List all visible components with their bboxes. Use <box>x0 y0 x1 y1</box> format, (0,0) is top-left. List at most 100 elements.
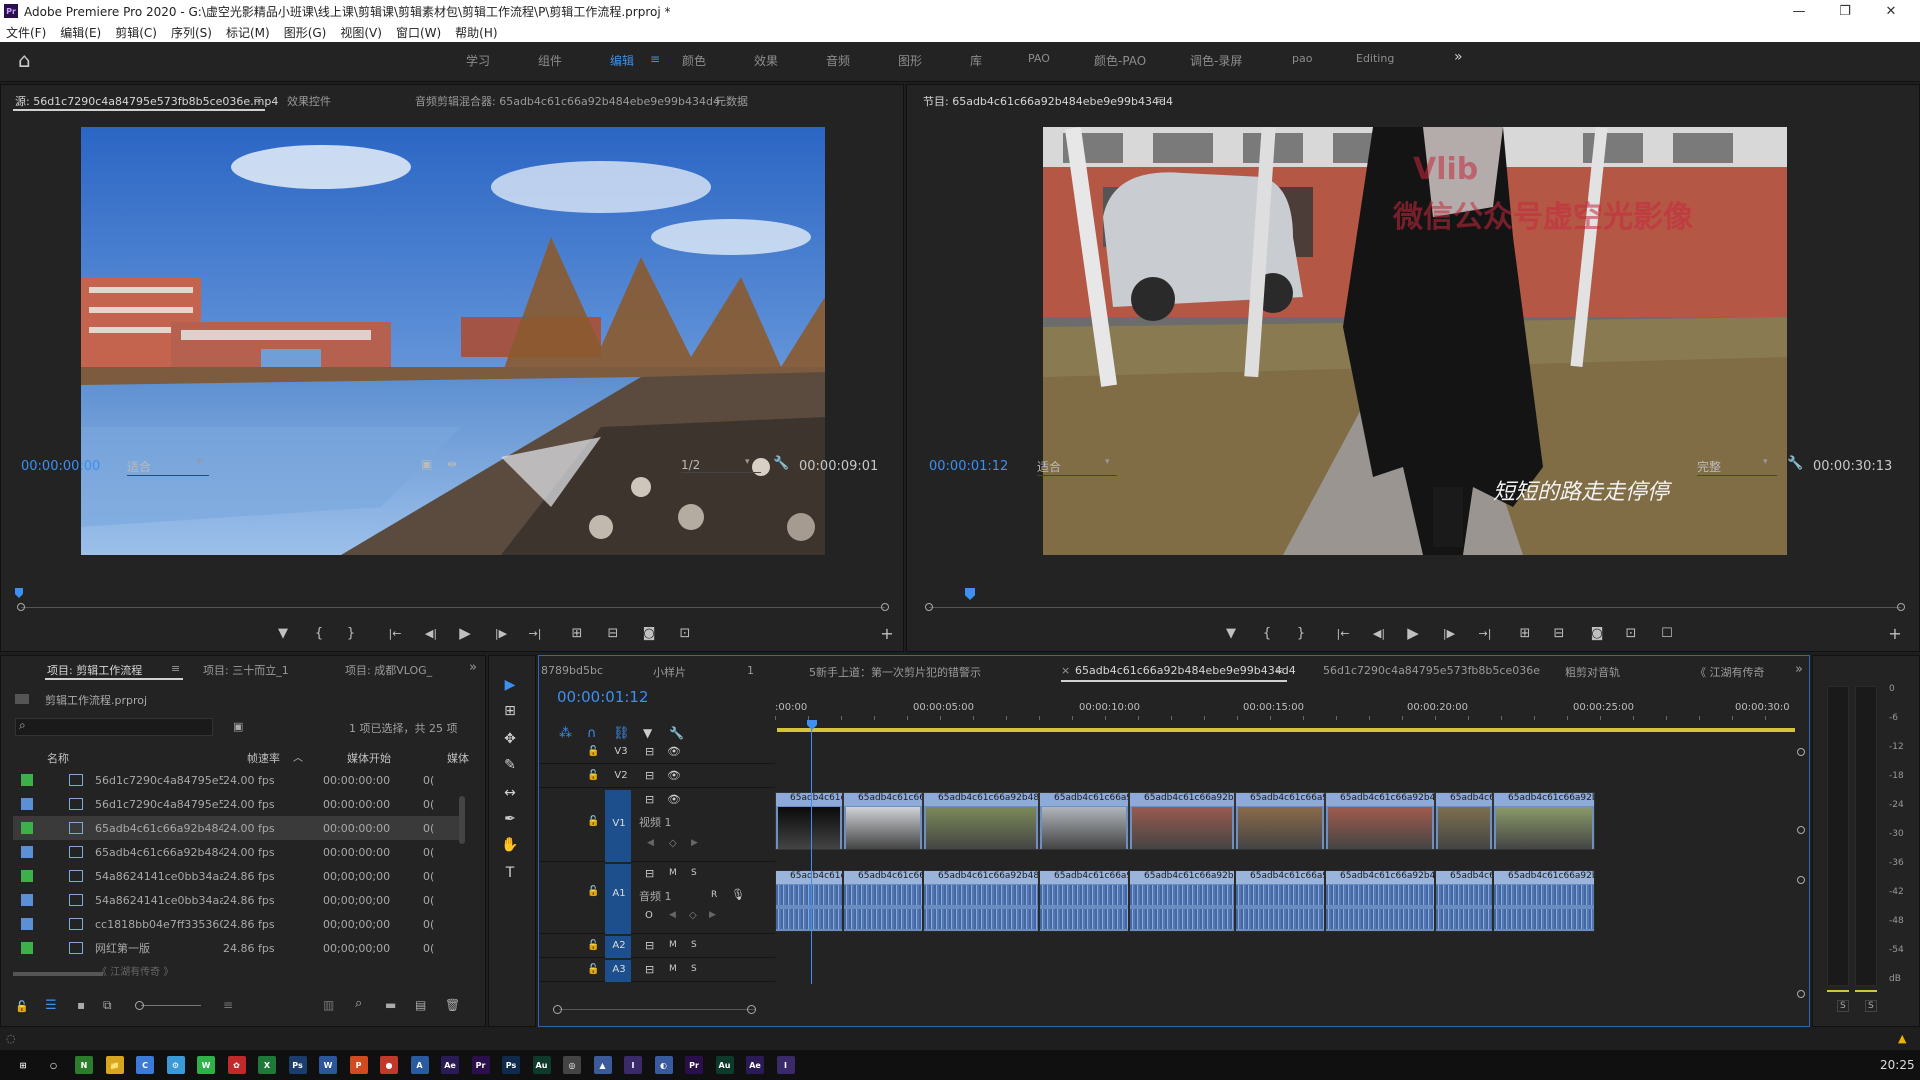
timeline-tab-seq-b[interactable]: 56d1c7290c4a84795e573fb8b5ce036e <box>1323 664 1540 677</box>
step-back-button[interactable]: ◀| <box>1367 623 1391 643</box>
workspace-tab-editing-en[interactable]: Editing <box>1356 52 1394 65</box>
next-keyframe-icon[interactable]: ▶ <box>691 838 698 848</box>
video-clip[interactable]: 65adb4c61c66a92b484e <box>1129 792 1235 850</box>
overwrite-button[interactable]: ⊟ <box>603 623 623 643</box>
taskbar-app-icon[interactable]: Au <box>532 1056 551 1074</box>
ripple-edit-tool-icon[interactable]: ✥ <box>499 728 521 750</box>
new-item-icon[interactable]: ▤ <box>415 998 426 1012</box>
menu-help[interactable]: 帮助(H) <box>455 24 497 41</box>
audio-clip[interactable]: 65adb4c61c66a92b484 <box>1493 870 1595 932</box>
v-zoom-handle-top[interactable] <box>1797 748 1805 756</box>
timeline-tab-beginner[interactable]: 5新手上道：第一次剪片犯的错警示 <box>809 664 981 680</box>
track-label-v3[interactable]: V3 <box>611 746 631 757</box>
sync-lock-icon[interactable]: ⊟ <box>645 939 654 952</box>
workspace-tab-effects[interactable]: 效果 <box>754 52 778 69</box>
project-list-item[interactable]: 65adb4c61c66a92b484 24.00 fps 00:00:00:00 0… <box>13 840 465 864</box>
video-clip[interactable]: 65adb4c61c66a <box>843 792 923 850</box>
label-color-swatch[interactable] <box>21 798 33 810</box>
timeline-horizontal-scrollbar[interactable] <box>559 1009 755 1010</box>
column-frame-rate[interactable]: 帧速率 <box>247 750 280 766</box>
audio-clip[interactable]: 65adb4c61c66a92b <box>1235 870 1325 932</box>
add-keyframe-icon[interactable]: ◇ <box>669 838 677 849</box>
project-list-item[interactable]: 网红第一版 24.86 fps 00;00;00;00 0( <box>13 936 465 960</box>
add-marker-button[interactable]: ▼ <box>1221 623 1241 643</box>
program-timecode[interactable]: 00:00:01:12 <box>929 459 1008 474</box>
project-overflow-icon[interactable]: » <box>469 660 477 675</box>
program-playhead[interactable] <box>965 588 975 600</box>
project-list-item[interactable]: 54a8624141ce0bb34aa 24.86 fps 00;00;00;00 0… <box>13 888 465 912</box>
horizontal-scrollbar[interactable] <box>13 972 103 976</box>
workspace-tab-graphics[interactable]: 图形 <box>898 52 922 69</box>
video-clip[interactable]: 65adb4c6 <box>1435 792 1493 850</box>
go-to-out-button[interactable]: →| <box>523 623 547 643</box>
drag-video-icon[interactable]: ⇹ <box>447 457 457 471</box>
lift-button[interactable]: ⊞ <box>1515 623 1535 643</box>
source-patch-a1[interactable] <box>605 864 631 934</box>
taskbar-app-icon[interactable]: ● <box>380 1056 398 1074</box>
freeform-view-icon[interactable]: ⧉ <box>103 998 112 1013</box>
slip-tool-icon[interactable]: ↔ <box>499 782 521 804</box>
solo-button[interactable]: S <box>691 940 697 950</box>
video-clip[interactable]: 65adb4c61c66a92b484ebe <box>923 792 1039 850</box>
workspace-tab-grade-record[interactable]: 调色-录屏 <box>1190 52 1242 69</box>
go-to-in-button[interactable]: |← <box>1331 623 1355 643</box>
lock-icon[interactable]: 🔓 <box>587 816 599 827</box>
add-marker-icon[interactable]: ▼ <box>643 726 652 740</box>
menu-file[interactable]: 文件(F) <box>6 24 46 41</box>
label-color-swatch[interactable] <box>21 918 33 930</box>
track-select-tool-icon[interactable]: ⊞ <box>499 700 521 722</box>
type-tool-icon[interactable]: T <box>499 862 521 884</box>
source-time-ruler[interactable] <box>21 607 885 608</box>
hand-tool-icon[interactable]: ✋ <box>499 834 521 856</box>
taskbar-app-icon[interactable]: ▲ <box>593 1056 612 1074</box>
mark-in-button[interactable]: { <box>1257 623 1277 643</box>
icon-view-icon[interactable]: ▪ <box>77 998 85 1012</box>
tab-source[interactable]: 源: 56d1c7290c4a84795e573fb8b5ce036e.mp4 <box>15 93 278 109</box>
taskbar-app-icon[interactable]: Ae <box>441 1056 459 1074</box>
h-scroll-handle-left[interactable] <box>553 1005 562 1014</box>
sync-lock-icon[interactable]: ⊟ <box>645 769 654 782</box>
workspace-tab-color[interactable]: 颜色 <box>682 52 706 69</box>
menu-graphics[interactable]: 图形(G) <box>284 24 327 41</box>
video-clip[interactable]: 65adb4c61c66a92b <box>1235 792 1325 850</box>
taskbar-app-icon[interactable]: X <box>258 1056 276 1074</box>
video-clip[interactable]: 65adb4c61c66a92b <box>1039 792 1129 850</box>
play-button[interactable]: ▶ <box>455 623 475 643</box>
timeline-timecode[interactable]: 00:00:01:12 <box>557 688 649 706</box>
project-list-item[interactable]: 56d1c7290c4a84795e5 24.00 fps 00:00:00:00 0… <box>13 768 465 792</box>
warning-icon[interactable]: ▲ <box>1898 1032 1906 1045</box>
sync-lock-icon[interactable]: ⊟ <box>645 745 654 758</box>
taskbar-app-icon[interactable]: A <box>410 1056 429 1074</box>
wrench-icon[interactable]: 🔧 <box>773 456 789 471</box>
taskbar-app-icon[interactable]: W <box>319 1056 337 1074</box>
solo-button[interactable]: S <box>691 964 697 974</box>
prev-keyframe-icon[interactable]: ◀ <box>669 910 676 920</box>
tab-project-workflow[interactable]: 项目: 剪辑工作流程 <box>47 662 142 678</box>
project-list-item[interactable]: 65adb4c61c66a92b484 24.00 fps 00:00:00:00 0… <box>13 816 465 840</box>
taskbar-app-icon[interactable]: Pr <box>471 1056 490 1074</box>
column-media-extra[interactable]: 媒体 <box>447 750 469 766</box>
track-label-a2[interactable]: A2 <box>609 940 629 951</box>
taskbar-app-icon[interactable]: C <box>136 1056 154 1074</box>
h-scroll-handle-right[interactable] <box>747 1005 756 1014</box>
taskbar-app-icon[interactable]: P <box>349 1056 368 1074</box>
add-marker-button[interactable]: ▼ <box>273 623 293 643</box>
workspace-tab-learn[interactable]: 学习 <box>466 52 490 69</box>
automate-to-sequence-icon[interactable]: ▥ <box>323 998 334 1012</box>
wrench-icon[interactable]: 🔧 <box>1787 456 1803 471</box>
workspace-tab-color-pao[interactable]: 颜色-PAO <box>1094 52 1146 69</box>
selection-tool-icon[interactable]: ▶ <box>499 674 521 696</box>
button-editor-add-icon[interactable]: + <box>877 623 897 643</box>
a-zoom-handle-top[interactable] <box>1797 876 1805 884</box>
mark-out-button[interactable]: } <box>341 623 361 643</box>
taskbar-app-icon[interactable]: ✿ <box>227 1056 246 1074</box>
label-color-swatch[interactable] <box>21 846 33 858</box>
menu-clip[interactable]: 剪辑(C) <box>115 24 157 41</box>
compare-view-button[interactable]: ⊡ <box>1621 623 1641 643</box>
label-color-swatch[interactable] <box>21 870 33 882</box>
linked-selection-icon[interactable]: ⛓ <box>613 726 630 741</box>
pen-tool-icon[interactable]: ✒ <box>499 808 521 830</box>
tab-effect-controls[interactable]: 效果控件 <box>287 93 331 109</box>
zoom-handle-left[interactable] <box>17 603 25 611</box>
project-list-item[interactable]: 56d1c7290c4a84795e5 24.00 fps 00:00:00:00 0… <box>13 792 465 816</box>
